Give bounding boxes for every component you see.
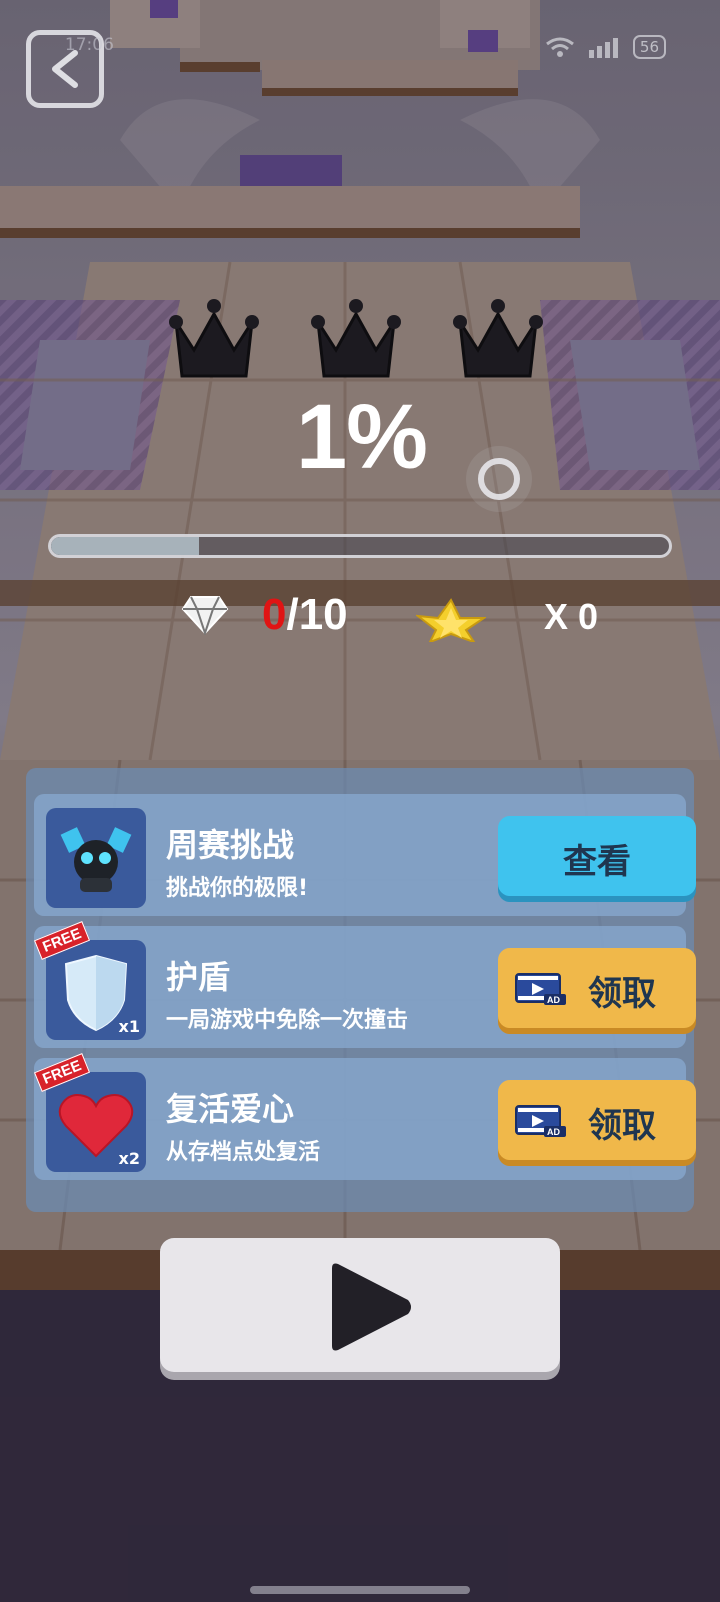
crown-icon <box>169 299 259 378</box>
gem-total: /10 <box>286 590 348 639</box>
status-bar: 17:06 56 <box>65 32 666 62</box>
star-counter: X 0 <box>544 596 599 637</box>
svg-text:AD: AD <box>547 1127 560 1137</box>
offer-title: 护盾 <box>166 958 231 996</box>
claim-heart-button[interactable]: AD 领取 <box>498 1080 696 1160</box>
back-arrow-icon <box>52 50 78 88</box>
progress-percent: 1% <box>296 386 428 488</box>
claim-button-label: 领取 <box>588 974 656 1014</box>
ring-icon <box>466 446 532 512</box>
battery-indicator: 56 <box>632 35 666 59</box>
signal-icon <box>588 38 618 58</box>
home-indicator[interactable] <box>250 1586 470 1594</box>
play-icon <box>332 1263 411 1351</box>
offer-description: 从存档点处复活 <box>166 1140 321 1165</box>
claim-shield-button[interactable]: AD 领取 <box>498 948 696 1028</box>
video-ad-icon: AD <box>515 973 566 1005</box>
robot-character-icon <box>46 808 146 908</box>
offer-title: 复活爱心 <box>166 1090 295 1128</box>
item-multiplier: x1 <box>118 1017 140 1036</box>
wifi-icon <box>545 37 574 57</box>
heart-thumb: x2 <box>46 1072 146 1172</box>
crown-icon <box>453 299 543 378</box>
claim-button-label: 领取 <box>588 1106 656 1146</box>
crown-rating <box>166 292 546 382</box>
revive-heart-card: x2 FREE 复活爱心 从存档点处复活 AD 领取 <box>33 1053 696 1180</box>
offers-panel: 周赛挑战 挑战你的极限! 查看 x1 FREE 护盾 一局游戏中免除一次撞击 A… <box>26 768 696 1212</box>
item-multiplier: x2 <box>118 1149 140 1168</box>
svg-text:AD: AD <box>547 995 560 1005</box>
shield-offer-card: x1 FREE 护盾 一局游戏中免除一次撞击 AD 领取 <box>33 921 696 1048</box>
offer-description: 挑战你的极限! <box>166 876 309 901</box>
star-icon <box>416 598 486 642</box>
crown-icon <box>311 299 401 378</box>
progress-fill <box>51 537 200 555</box>
status-clock: 17:06 <box>64 35 114 55</box>
offer-title: 周赛挑战 <box>166 826 295 864</box>
weekly-challenge-card: 周赛挑战 挑战你的极限! 查看 <box>34 794 696 916</box>
gem-counter: 0/10 <box>262 590 348 640</box>
diamond-icon <box>181 596 229 635</box>
offer-description: 一局游戏中免除一次撞击 <box>166 1008 409 1033</box>
play-button[interactable] <box>160 1238 560 1372</box>
level-progress-bar <box>48 534 672 558</box>
video-ad-icon: AD <box>515 1105 566 1137</box>
view-button-label: 查看 <box>563 842 631 882</box>
shield-thumb: x1 <box>46 940 146 1040</box>
view-button[interactable]: 查看 <box>498 816 696 896</box>
gem-current: 0 <box>262 590 287 639</box>
